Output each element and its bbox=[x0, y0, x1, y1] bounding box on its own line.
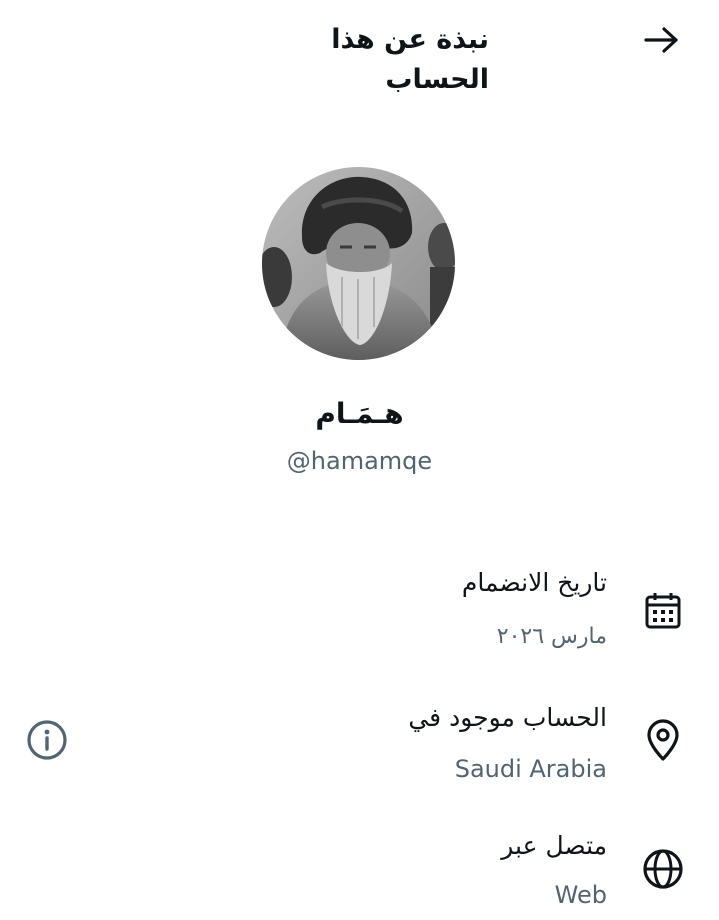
globe-icon bbox=[640, 846, 686, 892]
account-location-value: Saudi Arabia bbox=[454, 755, 607, 783]
display-name: هـمَـام bbox=[315, 397, 404, 430]
connected-via-value: Web bbox=[554, 881, 607, 909]
username-handle: @hamamqe bbox=[286, 447, 433, 475]
location-pin-icon bbox=[640, 717, 686, 763]
joined-date-label: تاريخ الانضمام bbox=[461, 568, 607, 597]
back-button[interactable] bbox=[640, 20, 684, 60]
account-location-label: الحساب موجود في bbox=[408, 703, 607, 732]
info-button[interactable] bbox=[24, 717, 70, 763]
joined-date-value: مارس ٢٠٢٦ bbox=[496, 624, 607, 649]
info-icon bbox=[27, 720, 67, 760]
connected-via-label: متصل عبر bbox=[501, 831, 607, 860]
arrow-right-icon bbox=[644, 27, 678, 53]
calendar-icon bbox=[640, 588, 686, 634]
avatar bbox=[262, 167, 455, 360]
page-title: نبذة عن هذا الحساب bbox=[331, 24, 489, 95]
